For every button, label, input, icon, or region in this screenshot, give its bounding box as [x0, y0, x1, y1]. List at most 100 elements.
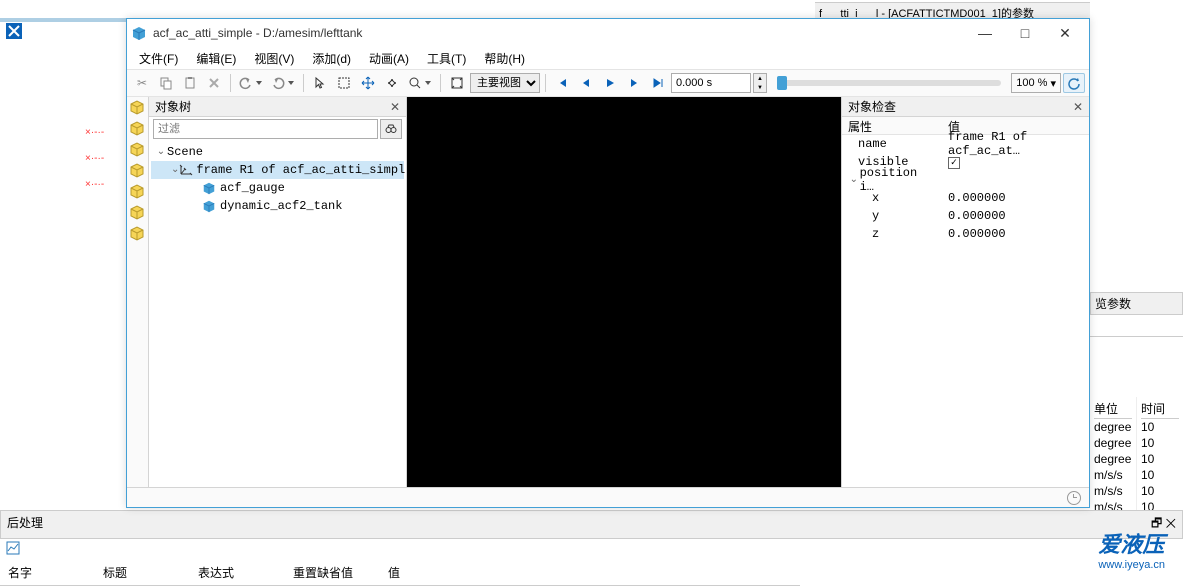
bg-col-name: 名字 — [0, 564, 95, 581]
fit-icon — [450, 76, 464, 90]
undo-icon — [239, 76, 253, 90]
time-spinner[interactable]: ▲▼ — [753, 73, 767, 93]
tree-filter-row — [149, 117, 406, 141]
select-rect-icon — [337, 76, 351, 90]
spin-up-icon[interactable]: ▲ — [754, 74, 766, 83]
bg-params-header: 览参数 — [1090, 292, 1183, 315]
titlebar[interactable]: acf_ac_atti_simple - D:/amesim/lefttank … — [127, 19, 1089, 47]
property-row-name[interactable]: name frame R1 of acf_ac_at… — [842, 135, 1089, 153]
bg-postprocess-icon[interactable] — [0, 539, 1183, 560]
viewport-3d[interactable] — [407, 97, 841, 487]
bg-port-marker: ×·-·- — [85, 153, 125, 163]
sidebar-cube-4[interactable] — [129, 162, 147, 180]
visible-checkbox[interactable]: ✓ — [948, 157, 960, 169]
sidebar-cube-7[interactable] — [129, 225, 147, 243]
select-rect-button[interactable] — [333, 72, 355, 94]
sidebar-cube-3[interactable] — [129, 141, 147, 159]
time-input[interactable] — [671, 73, 751, 93]
tree-item-tank[interactable]: dynamic_acf2_tank — [151, 197, 404, 215]
undo-button[interactable] — [236, 72, 266, 94]
sidebar-cube-2[interactable] — [129, 120, 147, 138]
sidebar-cube-1[interactable] — [129, 99, 147, 117]
menu-add[interactable]: 添加(d) — [306, 48, 357, 69]
prop-position-label: ⌄position i… — [842, 166, 942, 194]
cube-icon — [201, 181, 217, 195]
menu-file[interactable]: 文件(F) — [133, 48, 184, 69]
zoom-button[interactable] — [405, 72, 435, 94]
tree-label: frame R1 of acf_ac_atti_simple — [196, 163, 406, 177]
step-back-button[interactable] — [575, 72, 597, 94]
bg-time-cell: 10 — [1141, 419, 1179, 435]
bg-postprocess-panel: 后处理 🗗 ✕ 名字 标题 表达式 重置缺省值 值 — [0, 510, 1183, 586]
spin-down-icon[interactable]: ▼ — [754, 83, 766, 92]
prop-y-label: y — [842, 209, 942, 223]
move-button[interactable] — [357, 72, 379, 94]
expand-icon[interactable]: ⌄ — [155, 146, 167, 158]
property-row-position[interactable]: ⌄position i… — [842, 171, 1089, 189]
expand-icon[interactable]: ⌄ — [171, 164, 179, 176]
inspector-title: 对象检查 — [848, 98, 896, 115]
zoom-display[interactable]: 100 % ▾ — [1011, 73, 1061, 93]
skip-end-button[interactable] — [647, 72, 669, 94]
sidebar-cube-5[interactable] — [129, 183, 147, 201]
main-window: acf_ac_atti_simple - D:/amesim/lefttank … — [126, 18, 1090, 508]
menu-help[interactable]: 帮助(H) — [478, 48, 531, 69]
bg-time-cell: 10 — [1141, 467, 1179, 483]
paste-button[interactable] — [179, 72, 201, 94]
fit-view-button[interactable] — [446, 72, 468, 94]
tree-filter-button[interactable] — [380, 119, 402, 139]
tree-filter-input[interactable] — [153, 119, 378, 139]
toolbar-separator — [440, 74, 441, 92]
menu-tools[interactable]: 工具(T) — [421, 48, 472, 69]
refresh-button[interactable] — [1063, 73, 1085, 93]
maximize-button[interactable]: □ — [1005, 20, 1045, 46]
bg-col-title: 标题 — [95, 564, 190, 581]
tree-item-gauge[interactable]: acf_gauge — [151, 179, 404, 197]
copy-icon — [159, 76, 173, 90]
prop-name-label: name — [842, 137, 942, 151]
pointer-icon — [313, 76, 327, 90]
menu-view[interactable]: 视图(V) — [248, 48, 300, 69]
tree-label: dynamic_acf2_tank — [220, 199, 342, 213]
skip-start-button[interactable] — [551, 72, 573, 94]
expand-icon[interactable]: ⌄ — [848, 174, 860, 186]
toolbar-separator — [303, 74, 304, 92]
tree-label: Scene — [167, 145, 203, 159]
tree-panel-title: 对象树 — [155, 98, 191, 115]
close-button[interactable]: ✕ — [1045, 20, 1085, 46]
redo-button[interactable] — [268, 72, 298, 94]
view-selector[interactable]: 主要视图 — [470, 73, 540, 93]
tree-item-frame[interactable]: ⌄ frame R1 of acf_ac_atti_simple — [151, 161, 404, 179]
toolbar-separator — [230, 74, 231, 92]
copy-button[interactable] — [155, 72, 177, 94]
tree-label: acf_gauge — [220, 181, 285, 195]
delete-button[interactable] — [203, 72, 225, 94]
menu-edit[interactable]: 编辑(E) — [190, 48, 242, 69]
scissors-icon — [137, 76, 147, 90]
delete-icon — [207, 76, 221, 90]
step-forward-button[interactable] — [623, 72, 645, 94]
sidebar-cube-6[interactable] — [129, 204, 147, 222]
bg-port-marker: ×·-·- — [85, 127, 125, 137]
cut-button[interactable] — [131, 72, 153, 94]
prop-z-value: 0.000000 — [942, 227, 1089, 241]
tree-item-scene[interactable]: ⌄ Scene — [151, 143, 404, 161]
content-area: 对象树 ✕ ⌄ Scene ⌄ frame R1 of acf_ac_atti_… — [127, 97, 1089, 487]
menu-animation[interactable]: 动画(A) — [363, 48, 415, 69]
play-button[interactable] — [599, 72, 621, 94]
bg-unit-cell: m/s/s — [1094, 483, 1132, 499]
watermark: 爱液压 www.iyeya.cn — [1098, 527, 1165, 571]
tree-panel-close[interactable]: ✕ — [390, 100, 400, 114]
redo-icon — [271, 76, 285, 90]
play-icon — [603, 76, 617, 90]
object-tree[interactable]: ⌄ Scene ⌄ frame R1 of acf_ac_atti_simple… — [149, 141, 406, 487]
property-row-y[interactable]: y 0.000000 — [842, 207, 1089, 225]
minimize-button[interactable]: — — [965, 20, 1005, 46]
inspector-close[interactable]: ✕ — [1073, 100, 1083, 114]
pointer-button[interactable] — [309, 72, 331, 94]
time-slider[interactable] — [777, 80, 1001, 86]
cube-icon — [201, 199, 217, 213]
rotate-button[interactable] — [381, 72, 403, 94]
property-row-z[interactable]: z 0.000000 — [842, 225, 1089, 243]
property-row-x[interactable]: x 0.000000 — [842, 189, 1089, 207]
